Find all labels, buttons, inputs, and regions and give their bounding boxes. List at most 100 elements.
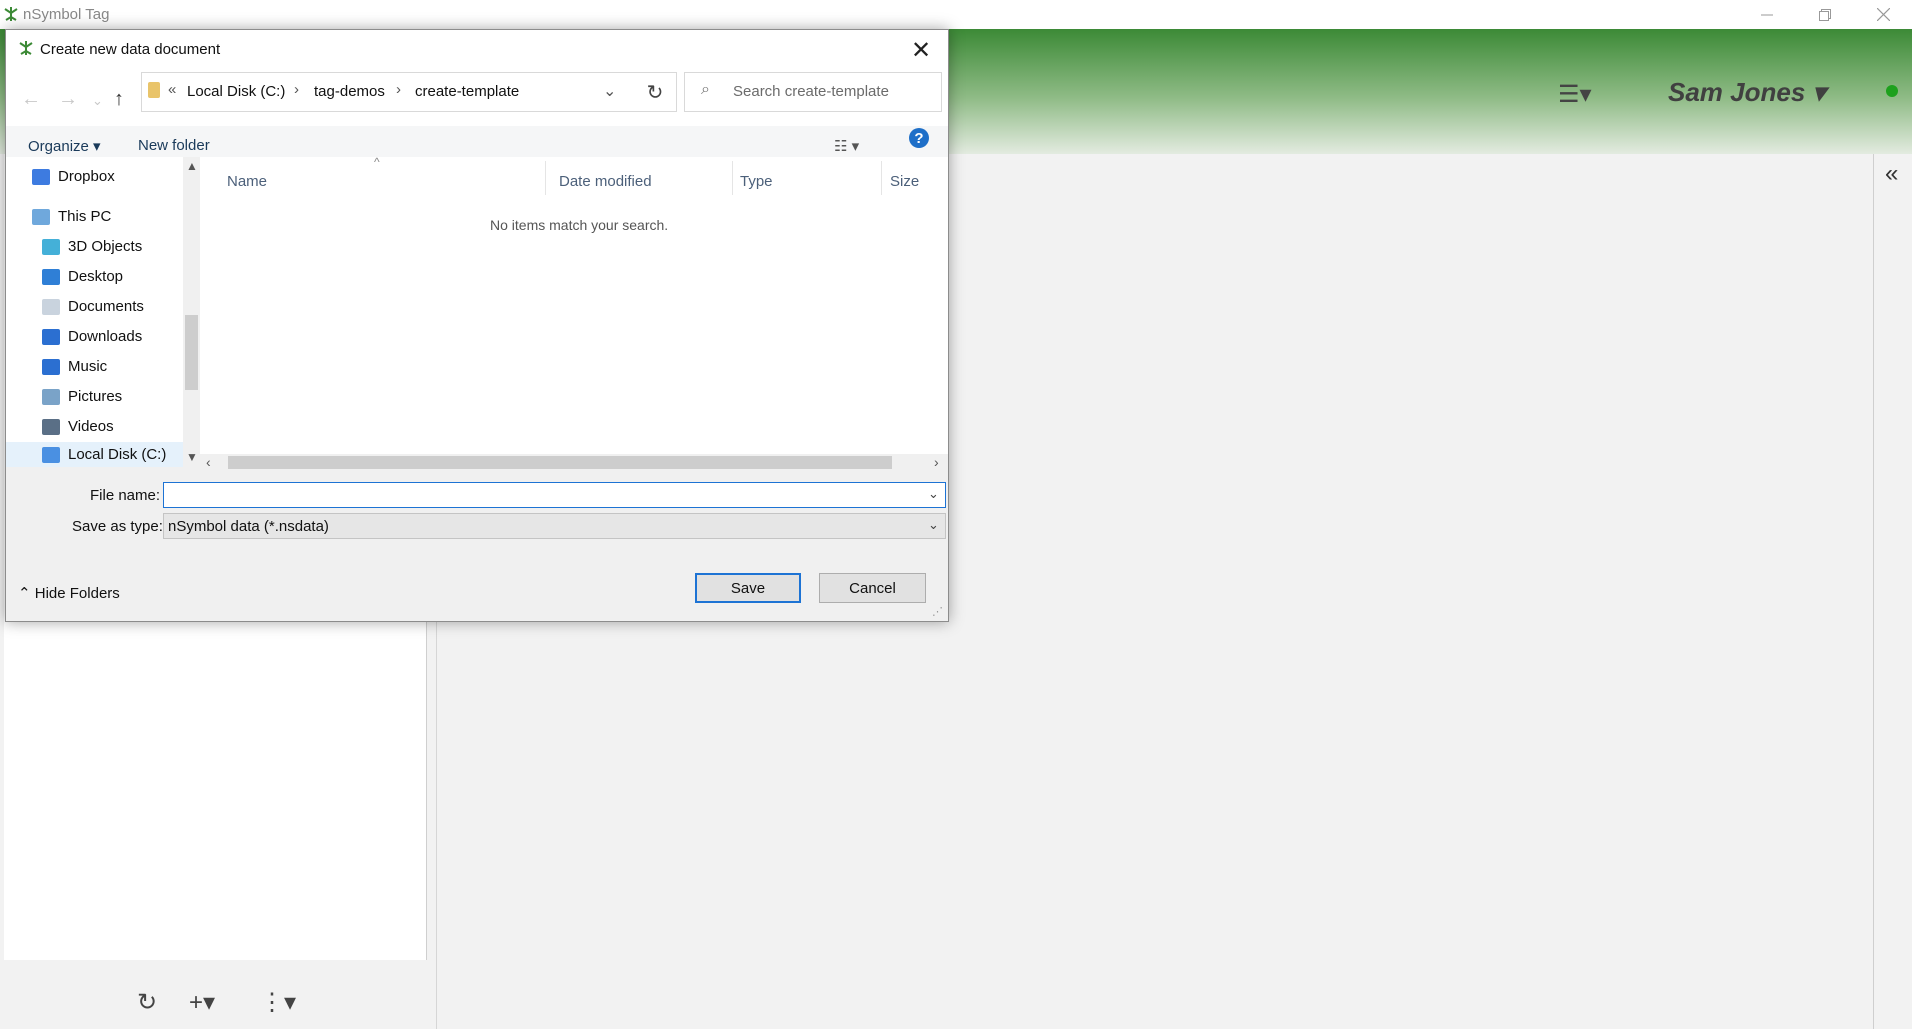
nav-item-label: Downloads [68, 328, 143, 345]
add-menu-icon[interactable]: +▾ [189, 988, 215, 1017]
recent-locations-icon[interactable]: ⌄ [92, 93, 103, 109]
app-title: nSymbol Tag [23, 6, 110, 23]
nav-item-desktop[interactable]: Desktop [42, 268, 123, 285]
file-list: ^ Name Date modified Type Size No items … [200, 155, 948, 454]
nav-item-label: 3D Objects [68, 238, 143, 255]
app-logo-icon [2, 5, 20, 28]
menu-icon[interactable]: ☰▾ [1558, 80, 1592, 109]
nav-item-dropbox[interactable]: Dropbox [32, 168, 115, 185]
dialog-close-icon[interactable]: ✕ [911, 36, 931, 65]
save-dialog: Create new data document ✕ ← → ⌄ ↑ « Loc… [5, 29, 949, 622]
desktop-icon [42, 268, 60, 285]
restore-icon[interactable] [1796, 0, 1854, 29]
navigation-scrollbar[interactable]: ▲ ▼ [183, 157, 200, 467]
breadcrumb-separator-icon: › [396, 81, 401, 98]
column-header-name[interactable]: Name [227, 173, 267, 190]
dialog-title: Create new data document [40, 41, 221, 58]
file-list-hscrollbar[interactable]: ‹ › [200, 454, 948, 471]
refresh-icon[interactable]: ↻ [137, 988, 157, 1017]
user-menu[interactable]: Sam Jones ▾ [1668, 77, 1826, 108]
nav-item-videos[interactable]: Videos [42, 418, 114, 435]
app-titlebar: nSymbol Tag [0, 0, 1912, 29]
new-folder-button[interactable]: New folder [138, 137, 210, 154]
help-icon[interactable]: ? [909, 128, 929, 148]
dropbox-icon [32, 168, 50, 185]
cube-icon [42, 238, 60, 255]
pictures-icon [42, 388, 60, 405]
save-as-type-label: Save as type: [72, 518, 163, 535]
column-divider[interactable] [732, 161, 733, 195]
resize-grip-icon[interactable]: ⋰ [932, 605, 943, 618]
column-header-type[interactable]: Type [740, 173, 773, 190]
save-as-type-dropdown-icon[interactable]: ⌄ [928, 517, 939, 533]
more-options-icon[interactable]: ⋮▾ [260, 988, 296, 1017]
back-icon[interactable]: ← [21, 88, 41, 111]
address-bar[interactable]: « Local Disk (C:) › tag-demos › create-t… [141, 72, 636, 112]
breadcrumb-separator-icon: › [294, 81, 299, 98]
scrollbar-thumb[interactable] [185, 315, 198, 390]
organize-button[interactable]: Organize ▾ [28, 137, 101, 155]
download-icon [42, 328, 60, 345]
save-as-type-value: nSymbol data (*.nsdata) [168, 518, 329, 535]
forward-icon[interactable]: → [58, 88, 78, 111]
music-icon [42, 358, 60, 375]
videos-icon [42, 418, 60, 435]
organize-label: Organize [28, 138, 89, 155]
nav-item-label: This PC [58, 208, 112, 225]
breadcrumb-local-disk[interactable]: Local Disk (C:) [187, 83, 285, 100]
search-icon: ⌕ [701, 81, 710, 98]
search-input[interactable]: Search create-template [733, 83, 889, 100]
nav-item-pictures[interactable]: Pictures [42, 388, 122, 405]
save-button[interactable]: Save [695, 573, 801, 603]
save-as-type-select[interactable]: nSymbol data (*.nsdata) ⌄ [163, 513, 946, 539]
right-panel-divider [1873, 154, 1874, 1029]
scroll-left-icon[interactable]: ‹ [206, 454, 211, 470]
refresh-location-icon[interactable]: ↻ [634, 72, 677, 112]
hide-folders-label: Hide Folders [34, 585, 120, 602]
nav-item-this-pc[interactable]: This PC [32, 208, 111, 225]
nav-item-label: Documents [68, 298, 144, 315]
cancel-button[interactable]: Cancel [819, 573, 926, 603]
up-folder-icon[interactable]: ↑ [114, 88, 124, 111]
address-overflow[interactable]: « [168, 81, 176, 98]
breadcrumb-create-template[interactable]: create-template [415, 83, 519, 100]
minimize-icon[interactable] [1738, 0, 1796, 29]
search-box[interactable]: ⌕ Search create-template [684, 72, 942, 112]
column-divider[interactable] [881, 161, 882, 195]
column-divider[interactable] [545, 161, 546, 195]
navigation-pane: Dropbox This PC 3D Objects Desktop Docum… [6, 157, 183, 467]
nav-item-label: Desktop [68, 268, 124, 285]
empty-message: No items match your search. [490, 217, 669, 233]
column-header-date-modified[interactable]: Date modified [559, 173, 652, 190]
dialog-titlebar: Create new data document ✕ [6, 30, 948, 68]
scroll-down-icon[interactable]: ▼ [186, 450, 198, 464]
file-name-label: File name: [90, 487, 161, 504]
scroll-up-icon[interactable]: ▲ [186, 159, 198, 173]
address-dropdown-icon[interactable]: ⌄ [603, 81, 616, 101]
nav-item-documents[interactable]: Documents [42, 298, 144, 315]
breadcrumb-tag-demos[interactable]: tag-demos [314, 83, 385, 100]
scroll-right-icon[interactable]: › [934, 454, 939, 470]
nav-item-music[interactable]: Music [42, 358, 107, 375]
file-name-dropdown-icon[interactable]: ⌄ [928, 486, 939, 502]
documents-icon [42, 298, 60, 315]
computer-icon [32, 208, 50, 225]
hscrollbar-thumb[interactable] [228, 456, 892, 469]
nav-item-local-disk[interactable]: Local Disk (C:) [6, 442, 183, 467]
hide-folders-button[interactable]: ⌃ Hide Folders [18, 584, 120, 602]
nav-item-downloads[interactable]: Downloads [42, 328, 142, 345]
sort-ascending-icon: ^ [374, 155, 380, 169]
close-window-icon[interactable] [1854, 0, 1912, 29]
collapse-panel-icon[interactable]: « [1885, 160, 1898, 188]
view-options-icon[interactable]: ☷ ▾ [834, 137, 859, 155]
nav-item-label: Local Disk (C:) [68, 446, 167, 463]
dialog-logo-icon [17, 39, 35, 62]
nav-item-label: Dropbox [58, 168, 115, 185]
nav-item-label: Music [68, 358, 108, 375]
status-indicator [1886, 85, 1898, 97]
user-name: Sam Jones [1668, 77, 1806, 107]
file-name-input[interactable]: ⌄ [163, 482, 946, 508]
nav-item-3d-objects[interactable]: 3D Objects [42, 238, 142, 255]
nav-item-label: Videos [68, 418, 114, 435]
column-header-size[interactable]: Size [890, 173, 919, 190]
